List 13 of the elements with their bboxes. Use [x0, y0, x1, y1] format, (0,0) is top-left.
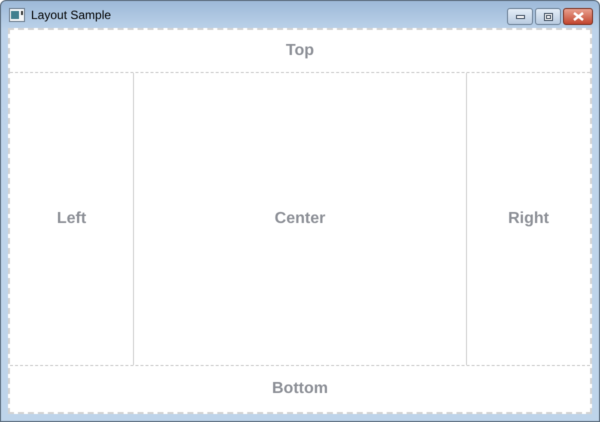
window-title: Layout Sample [31, 8, 112, 22]
minimize-button[interactable] [507, 8, 533, 25]
top-label: Top [286, 42, 314, 60]
right-label: Right [508, 210, 549, 228]
center-label: Center [274, 210, 326, 228]
maximize-button[interactable] [535, 8, 561, 25]
close-icon [572, 12, 584, 21]
app-icon [9, 8, 25, 22]
bottom-label: Bottom [272, 380, 328, 398]
minimize-icon [516, 14, 524, 18]
left-label: Left [56, 210, 86, 228]
maximize-icon [544, 12, 552, 20]
close-button[interactable] [563, 8, 593, 25]
